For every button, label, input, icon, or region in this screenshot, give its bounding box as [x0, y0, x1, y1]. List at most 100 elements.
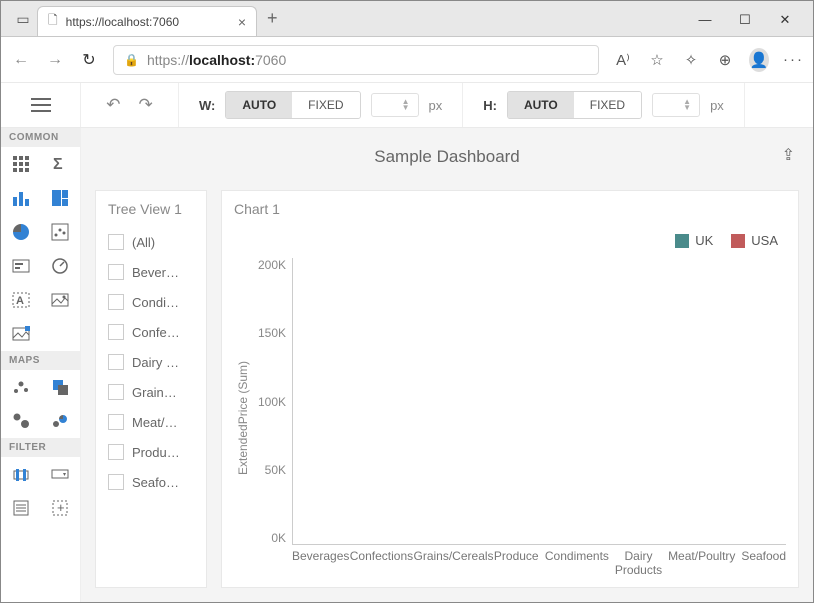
item-grid[interactable] [1, 147, 41, 181]
chart-panel[interactable]: Chart 1 UK USA ExtendedPrice (Sum) 200K1… [221, 190, 799, 588]
checkbox[interactable] [108, 414, 124, 430]
x-axis-labels: BeveragesConfectionsGrains/CerealsProduc… [252, 545, 786, 577]
item-pie-map[interactable] [41, 404, 81, 438]
item-chart[interactable] [1, 181, 41, 215]
browser-tab[interactable]: 🗋 https://localhost:7060 × [37, 6, 257, 36]
item-pie[interactable] [1, 215, 41, 249]
section-common: COMMON [1, 128, 80, 147]
item-choropleth[interactable] [41, 370, 81, 404]
x-label: Produce [494, 545, 539, 577]
item-gauge[interactable] [41, 249, 81, 283]
url-text: https://localhost:7060 [147, 52, 286, 68]
tree-item-label: Dairy … [132, 355, 179, 370]
toolbox-sidebar: COMMON Σ A MAPS FILTER + [1, 128, 81, 602]
address-bar: ← → ↻ 🔒 https://localhost:7060 A⁾ ☆ ✧ ⊕ … [1, 37, 813, 83]
item-image[interactable] [41, 283, 81, 317]
item-treemap[interactable] [41, 181, 81, 215]
profile-avatar[interactable]: 👤 [749, 48, 769, 72]
new-tab-button[interactable]: + [257, 8, 288, 35]
tree-item[interactable]: Seafo… [108, 467, 194, 497]
section-filter: FILTER [1, 438, 80, 457]
svg-text:Σ: Σ [53, 156, 63, 173]
collections-icon[interactable]: ⊕ [715, 51, 735, 69]
y-axis-label: ExtendedPrice (Sum) [234, 258, 252, 577]
tree-view-panel[interactable]: Tree View 1 (All)Bever…Condi…Confe…Dairy… [95, 190, 207, 588]
height-input[interactable]: ▲▼ [652, 93, 700, 117]
x-label: Condiments [545, 545, 609, 577]
item-combobox[interactable] [41, 457, 81, 491]
menu-button[interactable] [1, 83, 81, 127]
x-label: Beverages [292, 545, 349, 577]
designer-toolbar: ↶ ↷ W: AUTO FIXED ▲▼ px H: AUTO FIXED ▲▼… [1, 83, 813, 128]
read-aloud-icon[interactable]: A⁾ [613, 51, 633, 69]
favorites-icon[interactable]: ☆ [647, 51, 667, 69]
tree-item[interactable]: Confe… [108, 317, 194, 347]
x-label: Meat/Poultry [668, 545, 735, 577]
hamburger-icon [31, 98, 51, 112]
close-tab-icon[interactable]: × [238, 14, 246, 30]
tree-item-label: Seafo… [132, 475, 179, 490]
refresh-button[interactable]: ↻ [79, 50, 99, 70]
dashboard-title: Sample Dashboard [374, 147, 520, 167]
item-listbox[interactable] [1, 491, 41, 525]
height-mode-toggle[interactable]: AUTO FIXED [507, 91, 642, 119]
tree-item[interactable]: Grain… [108, 377, 194, 407]
tree-item[interactable]: (All) [108, 227, 194, 257]
undo-button[interactable]: ↶ [106, 95, 120, 115]
item-treeview[interactable]: + [41, 491, 81, 525]
legend-uk: UK [675, 233, 713, 248]
width-input[interactable]: ▲▼ [371, 93, 419, 117]
tree-item[interactable]: Condi… [108, 287, 194, 317]
svg-text:A: A [16, 295, 24, 307]
url-input[interactable]: 🔒 https://localhost:7060 [113, 45, 599, 75]
tree-item-label: Produ… [132, 445, 180, 460]
item-text[interactable]: A [1, 283, 41, 317]
back-button[interactable]: ← [11, 51, 31, 69]
site-info-icon[interactable]: 🔒 [124, 53, 139, 67]
tree-item[interactable]: Produ… [108, 437, 194, 467]
height-fixed-button[interactable]: FIXED [574, 92, 641, 118]
checkbox[interactable] [108, 474, 124, 490]
y-axis-ticks: 200K150K100K50K0K [252, 258, 292, 545]
tree-item-label: Grain… [132, 385, 177, 400]
item-bound-image[interactable] [1, 317, 41, 351]
checkbox[interactable] [108, 234, 124, 250]
svg-text:+: + [57, 500, 65, 515]
tree-item-label: Meat/… [132, 415, 178, 430]
x-label: Grains/Cereals [414, 545, 494, 577]
tree-item-label: Condi… [132, 295, 179, 310]
width-auto-button[interactable]: AUTO [226, 92, 292, 118]
dashboard-canvas: Sample Dashboard ⇪ Tree View 1 (All)Beve… [81, 128, 813, 602]
item-range[interactable] [1, 457, 41, 491]
item-scatter[interactable] [41, 215, 81, 249]
item-card[interactable] [1, 249, 41, 283]
tree-item[interactable]: Bever… [108, 257, 194, 287]
width-mode-toggle[interactable]: AUTO FIXED [225, 91, 360, 119]
more-menu-icon[interactable]: ··· [783, 51, 803, 68]
forward-button[interactable]: → [45, 51, 65, 69]
maximize-button[interactable]: ☐ [735, 12, 755, 28]
height-label: H: [483, 98, 497, 113]
favorites-bar-icon[interactable]: ✧ [681, 51, 701, 69]
close-window-button[interactable]: ✕ [775, 12, 795, 28]
item-pivot[interactable]: Σ [41, 147, 81, 181]
checkbox[interactable] [108, 354, 124, 370]
tree-item-label: Bever… [132, 265, 179, 280]
section-maps: MAPS [1, 351, 80, 370]
tree-item[interactable]: Meat/… [108, 407, 194, 437]
item-geopoint[interactable] [1, 370, 41, 404]
item-bubble[interactable] [1, 404, 41, 438]
minimize-button[interactable]: — [695, 12, 715, 28]
tree-item[interactable]: Dairy … [108, 347, 194, 377]
legend-usa: USA [731, 233, 778, 248]
tab-actions-icon[interactable]: ▭ [9, 11, 37, 36]
checkbox[interactable] [108, 384, 124, 400]
height-auto-button[interactable]: AUTO [508, 92, 574, 118]
width-fixed-button[interactable]: FIXED [292, 92, 359, 118]
checkbox[interactable] [108, 294, 124, 310]
redo-button[interactable]: ↷ [139, 95, 153, 115]
checkbox[interactable] [108, 444, 124, 460]
checkbox[interactable] [108, 264, 124, 280]
export-icon[interactable]: ⇪ [782, 145, 795, 165]
checkbox[interactable] [108, 324, 124, 340]
